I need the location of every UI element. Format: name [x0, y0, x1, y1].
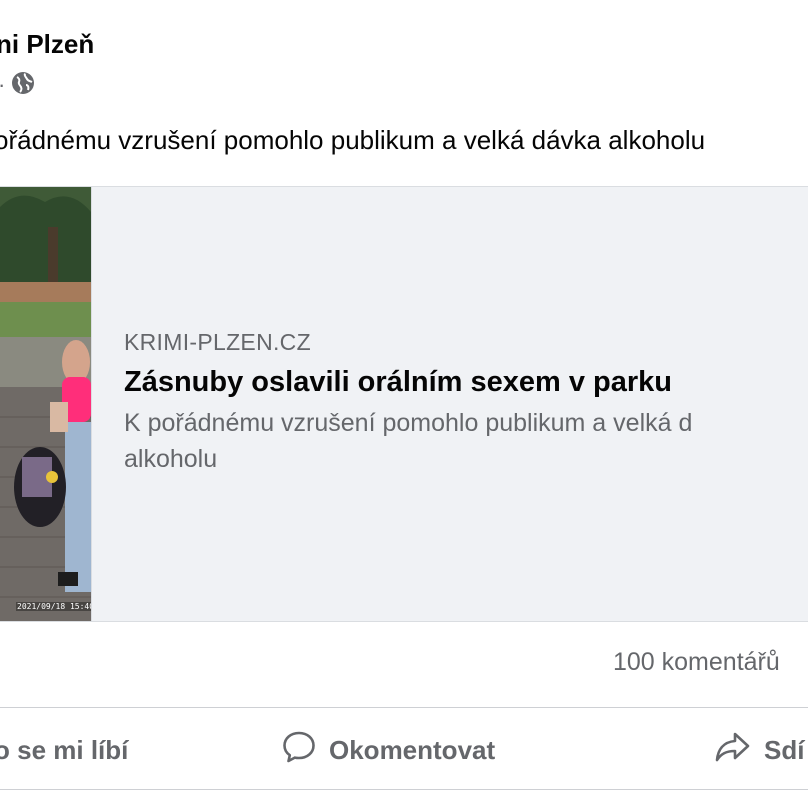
link-domain: KRIMI-PLZEN.CZ	[124, 329, 311, 355]
comment-count-link[interactable]: 100 komentářů	[613, 648, 780, 677]
comment-button-label: Okomentovat	[329, 734, 496, 765]
meta-separator: ·	[0, 74, 5, 96]
link-title[interactable]: Zásnuby oslavili orálním sexem v parku	[124, 366, 808, 399]
share-button[interactable]: Sdí	[714, 720, 804, 780]
post-text: ořádnému vzrušení pomohlo publikum a vel…	[0, 125, 706, 155]
like-button-label: o se mi líbí	[0, 734, 129, 765]
link-description-line2: alkoholu	[124, 445, 218, 473]
link-text-block[interactable]: KRIMI-PLZEN.CZ Zásnuby oslavili orálním …	[124, 329, 808, 477]
link-thumbnail[interactable]: 2021/09/18 15:40	[0, 187, 92, 621]
facebook-post: ni Plzeň · ořádnému vzrušení pomohlo pub…	[0, 0, 808, 808]
link-preview-card[interactable]: 2021/09/18 15:40 KRIMI-PLZEN.CZ Zásnuby …	[0, 186, 808, 622]
speech-bubble-icon	[281, 729, 317, 772]
actions-divider	[0, 707, 808, 708]
thumbnail-timestamp: 2021/09/18 15:40	[16, 602, 91, 611]
link-description-line1: K pořádnému vzrušení pomohlo publikum a …	[124, 409, 693, 437]
link-description: K pořádnému vzrušení pomohlo publikum a …	[124, 405, 808, 477]
globe-icon[interactable]	[11, 71, 35, 100]
bottom-divider	[0, 789, 808, 790]
comment-button[interactable]: Okomentovat	[281, 720, 495, 780]
page-name-link[interactable]: ni Plzeň	[0, 29, 94, 60]
post-actions-bar: o se mi líbí Okomentovat Sdí	[0, 720, 808, 780]
like-button[interactable]: o se mi líbí	[0, 720, 128, 780]
share-button-label: Sdí	[764, 734, 805, 765]
share-arrow-icon	[714, 729, 752, 772]
post-meta: ·	[0, 70, 35, 100]
